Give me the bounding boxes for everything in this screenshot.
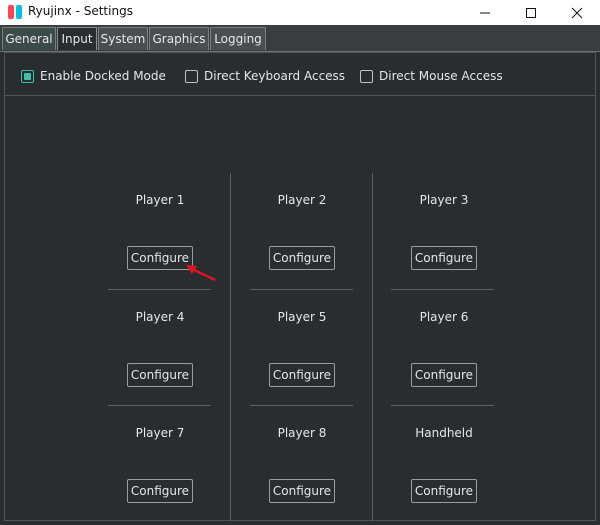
tab-logging[interactable]: Logging [210,27,266,50]
tab-general[interactable]: General [2,27,56,50]
row-divider [391,289,494,290]
maximize-icon [526,7,536,18]
player-5-configure-button[interactable]: Configure [269,363,335,387]
options-divider [5,95,595,96]
tab-graphics[interactable]: Graphics [149,27,209,50]
checkbox-unchecked-icon [185,69,198,83]
row-divider [108,405,211,406]
checkbox-checked-icon [21,69,34,83]
close-icon [571,7,583,18]
player-3-label: Player 3 [419,193,469,207]
player-8-label: Player 8 [277,426,327,440]
checkbox-unchecked-icon [360,69,373,83]
column-divider [372,173,373,521]
player-2-label: Player 2 [277,193,327,207]
player-6-label: Player 6 [419,310,469,324]
column-divider [230,173,231,521]
red-arrow-icon [186,265,216,282]
row-divider [250,405,353,406]
enable-docked-mode-label: Enable Docked Mode [40,69,166,83]
direct-mouse-access-checkbox[interactable]: Direct Mouse Access [360,67,503,85]
row-divider [108,289,211,290]
title-bar: Ryujinx - Settings [0,0,600,25]
input-settings-panel: Enable Docked Mode Direct Keyboard Acces… [4,52,596,521]
player-3-configure-button[interactable]: Configure [411,246,477,270]
tab-system[interactable]: System [98,27,148,50]
minimize-icon [480,12,490,13]
enable-docked-mode-checkbox[interactable]: Enable Docked Mode [21,67,166,85]
window-title: Ryujinx - Settings [28,4,133,18]
player-2-configure-button[interactable]: Configure [269,246,335,270]
player-4-label: Player 4 [135,310,185,324]
handheld-configure-button[interactable]: Configure [411,479,477,503]
direct-keyboard-access-checkbox[interactable]: Direct Keyboard Access [185,67,345,85]
maximize-button[interactable] [508,0,554,25]
player-7-label: Player 7 [135,426,185,440]
direct-mouse-access-label: Direct Mouse Access [379,69,503,83]
player-4-configure-button[interactable]: Configure [127,363,193,387]
player-8-configure-button[interactable]: Configure [269,479,335,503]
player-6-configure-button[interactable]: Configure [411,363,477,387]
player-1-label: Player 1 [135,193,185,207]
player-7-configure-button[interactable]: Configure [127,479,193,503]
handheld-label: Handheld [415,426,473,440]
row-divider [391,405,494,406]
tab-bar: General Input System Graphics Logging [0,25,600,52]
direct-keyboard-access-label: Direct Keyboard Access [204,69,346,83]
tab-input[interactable]: Input [57,27,97,50]
close-button[interactable] [554,0,600,25]
player-5-label: Player 5 [277,310,327,324]
ryujinx-logo-icon [8,5,22,19]
minimize-button[interactable] [462,0,508,25]
row-divider [250,289,353,290]
